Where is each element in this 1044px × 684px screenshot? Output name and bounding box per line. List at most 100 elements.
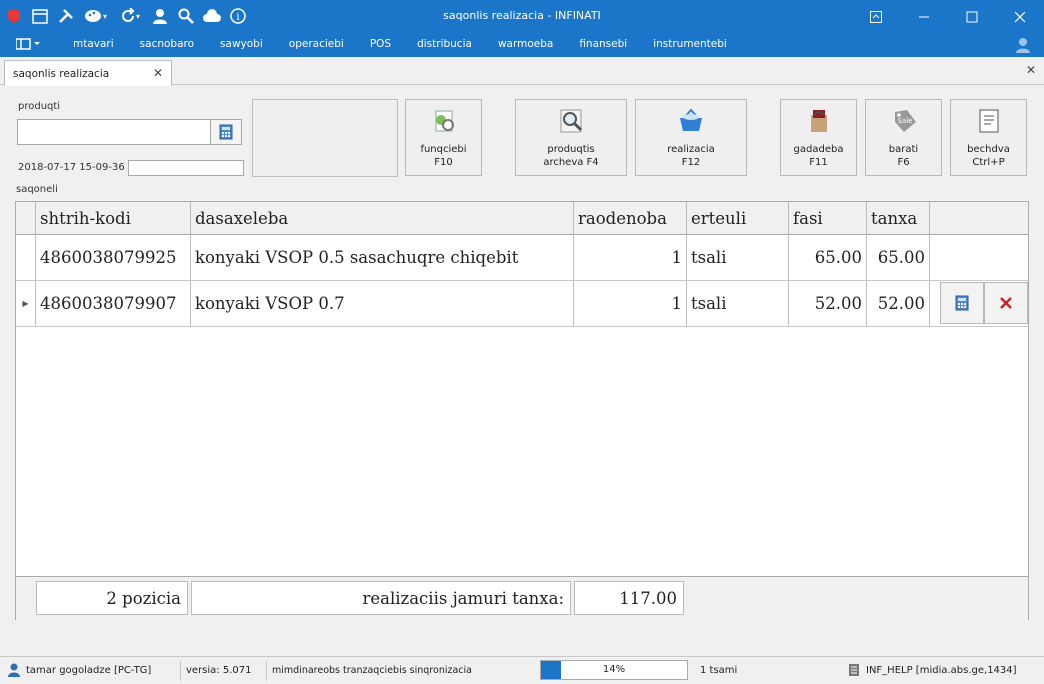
status-version: versia: 5.071 — [186, 665, 252, 676]
cell-quantity[interactable]: 1 — [574, 235, 687, 280]
product-image-box — [252, 99, 398, 177]
calculator-icon — [219, 124, 233, 140]
menu-item[interactable]: finansebi — [566, 38, 640, 50]
user-status-icon — [8, 663, 20, 680]
menu-bar: mtavari sacnobaro sawyobi operaciebi POS dist… — [0, 33, 1044, 57]
tab-close-icon[interactable]: ✕ — [153, 66, 163, 80]
defer-shortcut: F11 — [809, 157, 828, 168]
menu-item[interactable]: instrumentebi — [640, 38, 740, 50]
realization-shortcut: F12 — [681, 157, 701, 168]
grid-footer: 2 pozicia realizaciis jamuri tanxa: 117.… — [16, 576, 1028, 620]
print-shortcut: Ctrl+P — [972, 157, 1005, 168]
cell-price: 65.00 — [789, 235, 867, 280]
menu-item[interactable]: POS — [357, 38, 404, 50]
menu-item[interactable]: distribucia — [404, 38, 485, 50]
column-header-name[interactable]: dasaxeleba — [191, 202, 574, 235]
print-button[interactable]: bechdva Ctrl+P — [950, 99, 1027, 176]
product-label: produqti — [18, 101, 61, 112]
table-row[interactable]: 4860038079925 konyaki VSOP 0.5 sasachuqr… — [16, 235, 1028, 281]
cell-quantity[interactable]: 1 — [574, 281, 687, 326]
cell-unit: tsali — [687, 281, 789, 326]
datetime-label: 2018-07-17 15-09-36 — [18, 162, 125, 173]
sync-progress-bar: 14% — [540, 660, 688, 680]
column-header-total[interactable]: tanxa — [867, 202, 930, 235]
minimize-icon[interactable] — [900, 0, 948, 33]
functions-button[interactable]: funqciebi F10 — [405, 99, 482, 176]
datetime-extra-field[interactable] — [128, 160, 244, 176]
cell-barcode: 4860038079925 — [36, 235, 191, 280]
basket-icon — [680, 108, 702, 131]
product-input[interactable] — [17, 119, 211, 145]
total-label: realizaciis jamuri tanxa: — [191, 581, 571, 615]
functions-icon — [435, 110, 454, 132]
status-server: INF_HELP [midia.abs.ge,1434] — [866, 665, 1017, 676]
title-bar: ▾ ▾ i saqonlis realizacia - INFINATI — [0, 0, 1044, 33]
column-header-price[interactable]: fasi — [789, 202, 867, 235]
column-header-quantity[interactable]: raodenoba — [574, 202, 687, 235]
panel-close-icon[interactable]: ✕ — [1026, 63, 1036, 77]
maximize-icon[interactable] — [948, 0, 996, 33]
row-calculator-button[interactable] — [940, 282, 984, 324]
sync-progress-text: 14% — [602, 664, 626, 675]
menu-item[interactable]: operaciebi — [276, 38, 357, 50]
menu-toggle-icon[interactable] — [15, 38, 40, 53]
menu-item[interactable]: sacnobaro — [127, 38, 207, 50]
grid-header: shtrih-kodi dasaxeleba raodenoba erteuli… — [16, 202, 1028, 235]
row-indicator-header — [16, 202, 36, 235]
card-label: barati — [888, 144, 919, 155]
table-row[interactable]: ▶ 4860038079907 konyaki VSOP 0.7 1 tsali… — [16, 281, 1028, 327]
tab-goods-realization[interactable]: saqonlis realizacia ✕ — [4, 60, 172, 86]
cell-name: konyaki VSOP 0.5 sasachuqre chiqebit — [191, 235, 574, 280]
print-label: bechdva — [967, 144, 1010, 155]
cell-barcode: 4860038079907 — [36, 281, 191, 326]
cell-unit: tsali — [687, 235, 789, 280]
sale-tag-icon: Sale — [894, 110, 916, 132]
defer-label: gadadeba — [793, 144, 844, 155]
status-separator — [266, 661, 267, 681]
row-delete-button[interactable] — [984, 282, 1028, 324]
user-profile-icon[interactable] — [1016, 37, 1030, 56]
status-user: tamar gogoladze [PC-TG] — [26, 665, 152, 676]
goods-grid: shtrih-kodi dasaxeleba raodenoba erteuli… — [15, 201, 1029, 620]
card-shortcut: F6 — [897, 157, 910, 168]
svg-text:Sale: Sale — [897, 117, 912, 125]
column-header-barcode[interactable]: shtrih-kodi — [36, 202, 191, 235]
total-value: 117.00 — [574, 581, 684, 615]
status-separator — [180, 661, 181, 681]
functions-shortcut: F10 — [434, 157, 453, 168]
column-header-unit[interactable]: erteuli — [687, 202, 789, 235]
magnifier-icon — [560, 109, 583, 133]
close-icon[interactable] — [996, 0, 1044, 33]
tab-bar: saqonlis realizacia ✕ ✕ — [0, 57, 1044, 86]
menu-item[interactable]: mtavari — [60, 38, 127, 50]
functions-label: funqciebi — [420, 144, 467, 155]
calculator-icon — [955, 295, 969, 311]
printer-icon — [979, 109, 998, 133]
delete-icon — [1000, 297, 1012, 309]
bag-icon — [810, 110, 827, 132]
goods-label: saqoneli — [16, 184, 58, 195]
cell-total: 52.00 — [867, 281, 930, 326]
cell-price: 52.00 — [789, 281, 867, 326]
current-row-arrow-icon: ▶ — [16, 281, 36, 326]
cell-total: 65.00 — [867, 235, 930, 280]
calculator-button[interactable] — [210, 119, 242, 145]
row-indicator — [16, 235, 36, 280]
positions-count: 2 pozicia — [36, 581, 188, 615]
status-elapsed: 1 tsami — [700, 665, 738, 676]
tab-label: saqonlis realizacia — [13, 67, 110, 80]
defer-button[interactable]: gadadeba F11 — [780, 99, 857, 176]
status-sync: mimdinareobs tranzaqciebis sinqronizacia — [272, 665, 472, 676]
menu-item[interactable]: sawyobi — [207, 38, 276, 50]
menu-item[interactable]: warmoeba — [485, 38, 566, 50]
status-bar: tamar gogoladze [PC-TG] versia: 5.071 mi… — [0, 656, 1044, 684]
cell-name: konyaki VSOP 0.7 — [191, 281, 574, 326]
card-button[interactable]: Sale barati F6 — [865, 99, 942, 176]
product-select-button[interactable]: produqtis archeva F4 — [515, 99, 627, 176]
product-select-shortcut: archeva F4 — [543, 157, 599, 168]
product-select-label: produqtis — [547, 144, 595, 155]
realization-label: realizacia — [667, 144, 715, 155]
realization-button[interactable]: realizacia F12 — [635, 99, 747, 176]
server-icon — [848, 663, 860, 680]
pin-window-icon[interactable] — [852, 0, 900, 33]
